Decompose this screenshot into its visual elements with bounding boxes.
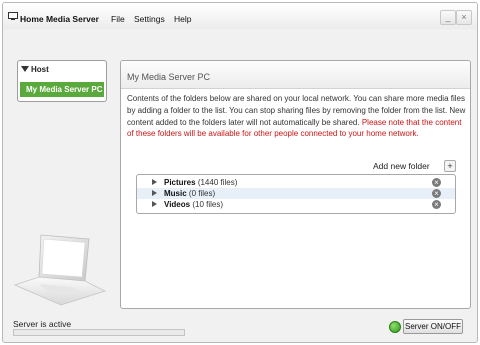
menu-help[interactable]: Help: [174, 14, 191, 24]
folder-row[interactable]: Videos (10 files) ×: [137, 199, 455, 210]
panel-header: My Media Server PC: [121, 61, 470, 89]
collapse-triangle-icon: [21, 66, 29, 72]
host-header-label: Host: [31, 65, 49, 74]
title-bar: Home Media Server File Settings Help _ ×: [3, 3, 477, 29]
folder-list: Pictures (1440 files) × Music (0 files) …: [136, 174, 456, 214]
status-progress-bar: [13, 329, 185, 336]
folder-row[interactable]: Pictures (1440 files) ×: [137, 177, 455, 188]
sidebar-item-my-media-server-pc[interactable]: My Media Server PC: [20, 82, 104, 97]
close-button[interactable]: ×: [456, 10, 472, 25]
folder-count: (1440 files): [197, 178, 238, 187]
app-window: Home Media Server File Settings Help _ ×…: [2, 2, 478, 343]
expand-arrow-icon[interactable]: [152, 201, 157, 207]
laptop-illustration: [13, 234, 107, 306]
folder-name: Videos (10 files): [164, 200, 224, 209]
minimize-button[interactable]: _: [440, 10, 456, 25]
folder-name: Music (0 files): [164, 189, 216, 198]
remove-folder-icon[interactable]: ×: [432, 178, 441, 187]
folder-name: Pictures (1440 files): [164, 178, 238, 187]
menu-settings[interactable]: Settings: [134, 14, 165, 24]
app-title: Home Media Server: [20, 14, 99, 24]
host-header[interactable]: Host: [21, 65, 49, 74]
host-sidebar: Host My Media Server PC: [17, 60, 107, 102]
expand-arrow-icon[interactable]: [152, 179, 157, 185]
folder-row[interactable]: Music (0 files) ×: [137, 188, 455, 199]
app-logo-icon: [8, 12, 18, 20]
panel-description: Contents of the folders below are shared…: [127, 93, 467, 140]
folder-count: (0 files): [188, 189, 216, 198]
expand-arrow-icon[interactable]: [152, 190, 157, 196]
panel-title: My Media Server PC: [127, 72, 211, 82]
folder-count: (10 files): [192, 200, 224, 209]
server-on-off-button[interactable]: Server ON/OFF: [403, 319, 463, 334]
status-text: Server is active: [13, 319, 72, 329]
server-panel: My Media Server PC Contents of the folde…: [120, 60, 471, 309]
remove-folder-icon[interactable]: ×: [432, 200, 441, 209]
add-folder-icon[interactable]: +: [444, 160, 456, 172]
remove-folder-icon[interactable]: ×: [432, 189, 441, 198]
menu-file[interactable]: File: [111, 14, 125, 24]
server-status-led-icon: [389, 321, 401, 333]
add-folder-label[interactable]: Add new folder: [373, 161, 430, 171]
